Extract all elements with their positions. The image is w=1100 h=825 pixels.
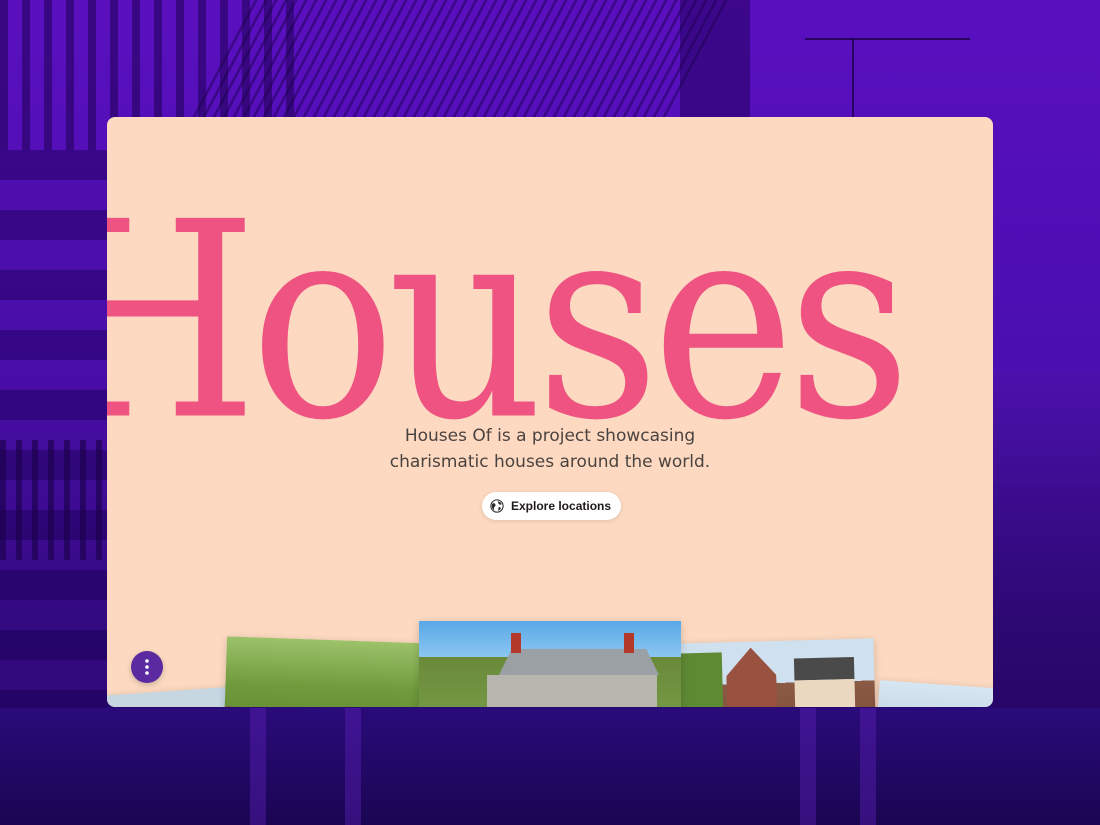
menu-button[interactable] — [131, 651, 163, 683]
tagline-line-1: Houses Of is a project showcasing — [404, 426, 696, 446]
globe-icon — [490, 499, 504, 513]
tagline: Houses Of is a project showcasing charis… — [107, 423, 993, 475]
explore-locations-button[interactable]: Explore locations — [482, 492, 622, 520]
explore-locations-label: Explore locations — [511, 499, 612, 513]
house-photo[interactable] — [107, 686, 239, 707]
homepage-window: Houses Houses Of is a project showcasing… — [107, 117, 993, 707]
house-photo[interactable] — [874, 680, 993, 707]
tagline-line-2: charismatic houses around the world. — [389, 452, 711, 472]
hero-title: Houses — [107, 164, 911, 481]
house-photo[interactable] — [419, 621, 681, 707]
house-photo[interactable] — [675, 638, 877, 707]
more-vertical-icon — [145, 659, 149, 675]
